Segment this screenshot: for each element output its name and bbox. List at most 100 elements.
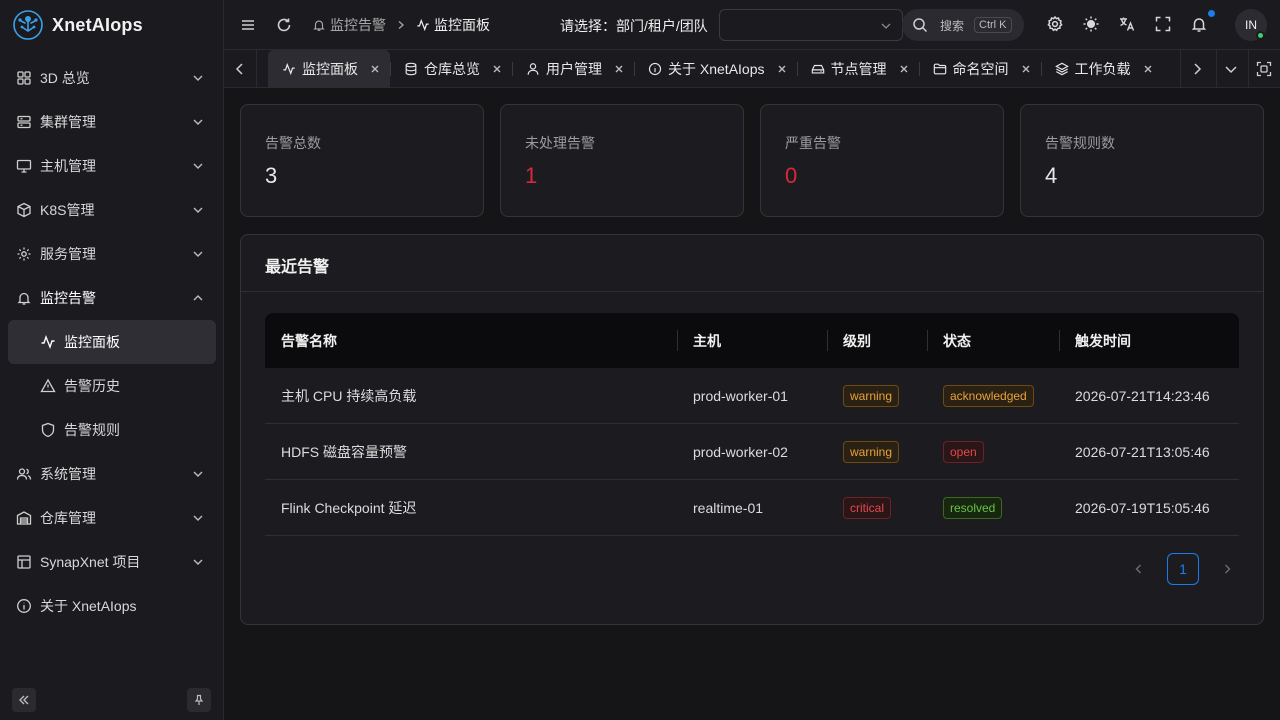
tab-label: 工作负载 <box>1074 61 1131 77</box>
server-icon <box>17 115 31 129</box>
chevron-down-icon <box>193 75 203 81</box>
sidebar-item-label: 系统管理 <box>40 466 96 482</box>
tab-monitor-dashboard[interactable]: 监控面板 <box>268 50 390 88</box>
page-number-button[interactable]: 1 <box>1167 553 1199 585</box>
tab-menu-chevron-down-icon[interactable] <box>1223 61 1239 77</box>
chevron-right-icon <box>1225 564 1231 574</box>
top-header: 监控告警 监控面板 请选择：部门/租户/团队 搜索 Ctrl K IN <box>224 0 1280 50</box>
double-chevron-left-icon <box>19 695 29 705</box>
settings-icon[interactable] <box>1046 15 1064 33</box>
global-search[interactable]: 搜索 Ctrl K <box>902 9 1024 41</box>
breadcrumb-item-monitoring[interactable]: 监控告警 <box>312 15 386 35</box>
close-icon[interactable] <box>899 64 909 74</box>
sidebar-item-label: 关于 XnetAIops <box>40 598 137 614</box>
cell-alert-name: HDFS 磁盘容量预警 <box>281 443 407 460</box>
tab-user-management[interactable]: 用户管理 <box>512 50 634 88</box>
cell-alert-name: Flink Checkpoint 延迟 <box>281 499 417 516</box>
sidebar-item-alert-rules[interactable]: 告警规则 <box>0 408 224 452</box>
cell-trigger-time: 2026-07-19T15:05:46 <box>1075 499 1210 516</box>
sidebar-item-about[interactable]: 关于 XnetAIops <box>0 584 224 628</box>
tab-divider <box>256 50 257 88</box>
chevron-down-icon <box>193 251 203 257</box>
sidebar-item-label: 3D 总览 <box>40 70 90 86</box>
tab-namespace[interactable]: 命名空间 <box>918 50 1041 88</box>
sidebar-item-cluster[interactable]: 集群管理 <box>0 100 224 144</box>
tab-node-management[interactable]: 节点管理 <box>796 50 919 88</box>
app-logo[interactable]: XnetAIops <box>12 8 143 42</box>
next-page-button[interactable] <box>1215 557 1239 581</box>
breadcrumb-item-dashboard: 监控面板 <box>416 15 490 35</box>
close-icon[interactable] <box>614 64 624 74</box>
sidebar-item-system[interactable]: 系统管理 <box>0 452 224 496</box>
table-row[interactable]: 主机 CPU 持续高负载 prod-worker-01 warning ackn… <box>265 368 1239 424</box>
menu-toggle-icon[interactable] <box>238 15 258 35</box>
sidebar-item-warehouse[interactable]: 仓库管理 <box>0 496 224 540</box>
info-icon <box>17 599 31 613</box>
online-status-dot <box>1256 31 1265 40</box>
theme-toggle-icon[interactable] <box>1082 15 1100 33</box>
tab-label: 节点管理 <box>830 61 887 77</box>
tab-workload[interactable]: 工作负载 <box>1040 50 1163 88</box>
prev-page-button[interactable] <box>1127 557 1151 581</box>
user-icon <box>527 63 539 75</box>
grid-icon <box>17 71 31 85</box>
table-header: 告警名称 主机 级别 状态 触发时间 <box>265 313 1239 368</box>
level-badge: warning <box>843 440 900 463</box>
table-row[interactable]: HDFS 磁盘容量预警 prod-worker-02 warning open … <box>265 424 1239 480</box>
sidebar-item-synapxnet[interactable]: SynapXnet 项目 <box>0 540 224 584</box>
table-row[interactable]: Flink Checkpoint 延迟 realtime-01 critical… <box>265 480 1239 536</box>
close-icon[interactable] <box>1143 64 1153 74</box>
chevron-down-icon <box>193 559 203 565</box>
pin-sidebar-button[interactable] <box>187 688 211 712</box>
tab-scroll-left-icon[interactable] <box>232 61 248 77</box>
search-shortcut: Ctrl K <box>974 17 1012 33</box>
cell-host: prod-worker-01 <box>693 387 788 404</box>
recent-alerts-table: 告警名称 主机 级别 状态 触发时间 主机 CPU 持续高负载 prod-wor… <box>265 313 1239 536</box>
fullscreen-icon[interactable] <box>1154 15 1172 33</box>
level-badge: critical <box>843 496 892 519</box>
activity-icon <box>41 334 55 350</box>
stat-value: 3 <box>265 163 278 188</box>
warning-icon <box>40 378 56 393</box>
stat-card-alert-rules: 告警规则数 4 <box>1020 104 1264 217</box>
search-placeholder: 搜索 <box>940 18 965 33</box>
sidebar-item-label: SynapXnet 项目 <box>40 554 141 570</box>
bell-icon <box>313 20 325 31</box>
tab-scroll-right-icon[interactable] <box>1189 61 1205 77</box>
close-icon[interactable] <box>492 64 502 74</box>
maximize-content-icon[interactable] <box>1256 61 1272 77</box>
panel-title: 最近告警 <box>265 259 330 276</box>
app-name: XnetAIops <box>52 14 143 35</box>
column-header-host: 主机 <box>677 313 827 368</box>
breadcrumb-label: 监控告警 <box>330 17 386 33</box>
sidebar-menu: 3D 总览 集群管理 主机管理 K8S管理 服务管理 监控告警 监控面板 告警历… <box>0 56 224 628</box>
tab-divider <box>1248 50 1249 88</box>
sidebar-item-k8s[interactable]: K8S管理 <box>0 188 224 232</box>
chevron-down-icon <box>881 23 891 29</box>
logo-icon <box>13 10 43 40</box>
sidebar-item-host[interactable]: 主机管理 <box>0 144 224 188</box>
sidebar-item-label: 仓库管理 <box>40 510 96 526</box>
sidebar-item-alert-history[interactable]: 告警历史 <box>0 364 224 408</box>
collapse-sidebar-button[interactable] <box>12 688 36 712</box>
sidebar-item-service[interactable]: 服务管理 <box>0 232 224 276</box>
bell-icon <box>17 292 31 305</box>
sidebar-item-3d-overview[interactable]: 3D 总览 <box>0 56 224 100</box>
sidebar: XnetAIops 3D 总览 集群管理 主机管理 K8S管理 服务管理 监控告… <box>0 0 224 720</box>
tab-warehouse-overview[interactable]: 仓库总览 <box>390 50 512 88</box>
cell-alert-name: 主机 CPU 持续高负载 <box>281 387 417 404</box>
close-icon[interactable] <box>777 64 787 74</box>
language-icon[interactable] <box>1118 15 1136 33</box>
sidebar-item-label: 告警历史 <box>64 378 120 394</box>
notification-bell-icon[interactable] <box>1190 15 1208 33</box>
breadcrumb: 监控告警 监控面板 <box>312 0 490 50</box>
tab-about[interactable]: 关于 XnetAIops <box>634 50 797 88</box>
close-icon[interactable] <box>370 64 380 74</box>
scope-select[interactable] <box>719 9 903 41</box>
sidebar-item-monitor-dashboard[interactable]: 监控面板 <box>8 320 216 364</box>
sidebar-item-monitoring[interactable]: 监控告警 <box>0 276 224 320</box>
stat-label: 告警总数 <box>265 135 321 151</box>
close-icon[interactable] <box>1021 64 1031 74</box>
monitor-icon <box>16 159 32 173</box>
refresh-icon[interactable] <box>274 15 294 35</box>
